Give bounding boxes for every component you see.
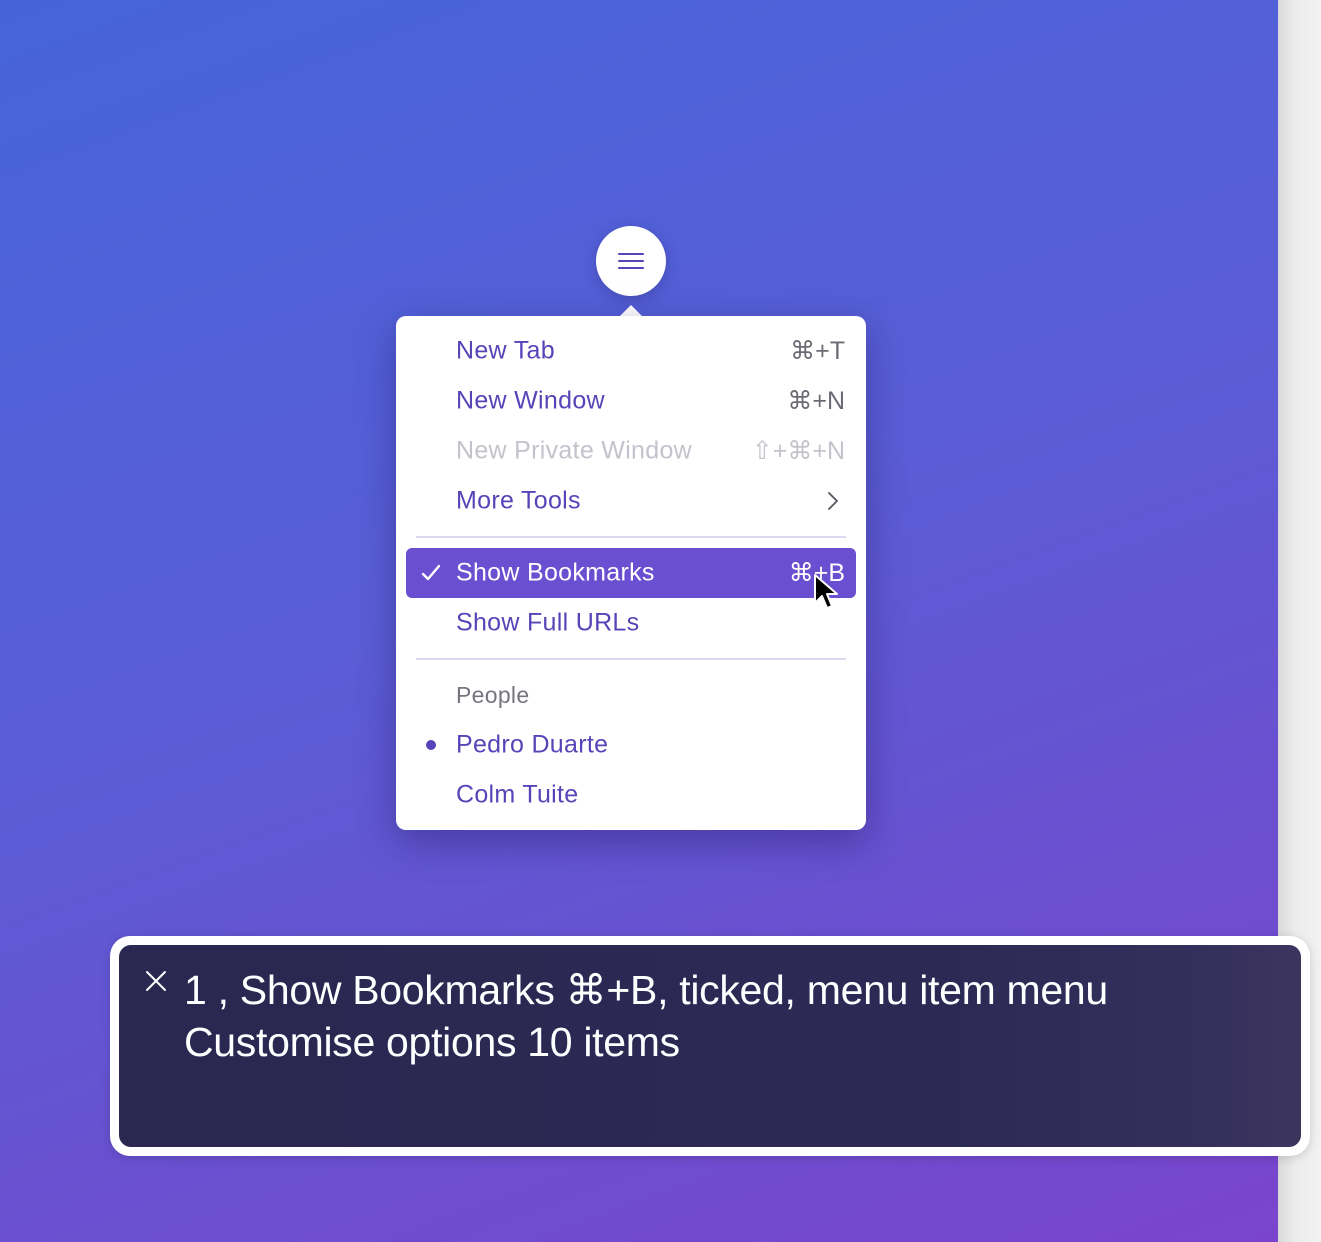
radio-dot-icon [420,734,442,756]
announcement-text: 1 , Show Bookmarks ⌘+B, ticked, menu ite… [184,964,1264,1068]
menu-group-label-people: People [456,682,530,708]
checkmark-icon [420,562,442,584]
dropdown-menu: New Tab ⌘+T New Window ⌘+N New Private W… [396,316,866,830]
menu-item-new-tab[interactable]: New Tab ⌘+T [406,326,856,376]
menu-item-new-window[interactable]: New Window ⌘+N [406,376,856,426]
menu-item-show-bookmarks[interactable]: Show Bookmarks ⌘+B [406,548,856,598]
menu-separator [416,658,846,660]
menu-item-label: New Window [456,386,605,415]
menu-item-label: More Tools [456,486,581,515]
menu-trigger-button[interactable] [596,226,666,296]
close-icon[interactable] [144,969,168,993]
menu-item-shortcut: ⌘+B [788,559,845,587]
menu-item-label: Pedro Duarte [456,730,609,759]
menu-item-shortcut: ⇧+⌘+N [751,437,845,465]
menu-item-colm-tuite[interactable]: Colm Tuite [406,770,856,820]
announcement-line-2: Customise options 10 items [184,1019,680,1065]
menu-item-more-tools[interactable]: More Tools [406,476,856,526]
menu-item-label: New Tab [456,336,555,365]
menu-item-pedro-duarte[interactable]: Pedro Duarte [406,720,856,770]
menu-separator [416,536,846,538]
announcement-line-1: 1 , Show Bookmarks ⌘+B, ticked, menu ite… [184,967,1108,1013]
menu-item-label: Show Full URLs [456,608,640,637]
chevron-right-icon [828,492,838,510]
menu-item-label: Show Bookmarks [456,558,655,587]
menu-item-show-full-urls[interactable]: Show Full URLs [406,598,856,648]
menu-item-shortcut: ⌘+N [787,387,845,415]
menu-item-label: New Private Window [456,436,693,465]
hamburger-icon [618,253,644,269]
menu-item-label: Colm Tuite [456,780,579,809]
menu-item-new-private-window: New Private Window ⇧+⌘+N [406,426,856,476]
menu-item-shortcut: ⌘+T [790,337,845,365]
